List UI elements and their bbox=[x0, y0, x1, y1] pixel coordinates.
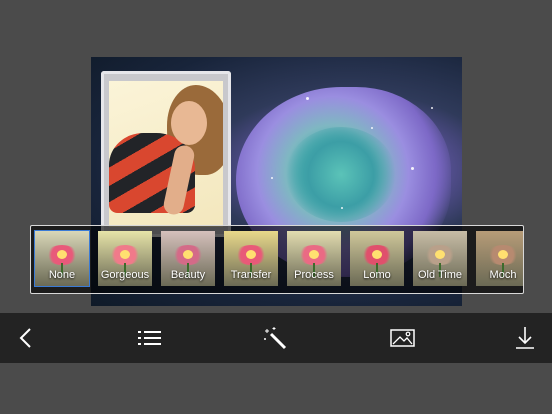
filter-label: Moch bbox=[489, 269, 517, 281]
image-button[interactable] bbox=[389, 325, 417, 351]
filter-item-moch[interactable]: Moch bbox=[476, 231, 523, 286]
sparkle bbox=[271, 177, 273, 179]
filter-label: Lomo bbox=[363, 269, 391, 281]
filter-label: Process bbox=[294, 269, 334, 281]
flower-center bbox=[246, 250, 256, 259]
filter-item-none[interactable]: None bbox=[34, 230, 90, 287]
download-icon bbox=[516, 327, 534, 349]
filter-label: Transfer bbox=[230, 269, 272, 281]
flower-center bbox=[498, 250, 508, 259]
sparkle bbox=[431, 107, 433, 109]
portrait-photo bbox=[109, 81, 223, 227]
download-button[interactable] bbox=[512, 325, 540, 351]
back-button[interactable] bbox=[14, 325, 42, 351]
menu-list-button[interactable] bbox=[136, 325, 164, 351]
sparkle bbox=[411, 167, 414, 170]
filter-strip[interactable]: None Gorgeous Beauty Transfer Process Lomo Old… bbox=[30, 225, 524, 294]
bottom-spacer bbox=[0, 363, 552, 414]
sparkle bbox=[341, 207, 343, 209]
filter-item-lomo[interactable]: Lomo bbox=[350, 231, 404, 286]
filter-label: Old Time bbox=[417, 269, 462, 281]
filter-item-process[interactable]: Process bbox=[287, 231, 341, 286]
sparkle bbox=[306, 97, 309, 100]
filter-label: Gorgeous bbox=[100, 269, 150, 281]
list-icon bbox=[138, 331, 161, 345]
filter-item-old-time[interactable]: Old Time bbox=[413, 231, 467, 286]
filter-label: None bbox=[48, 269, 76, 281]
filter-item-beauty[interactable]: Beauty bbox=[161, 231, 215, 286]
flower-center bbox=[372, 250, 382, 259]
sparkle bbox=[371, 127, 373, 129]
flower-center bbox=[183, 250, 193, 259]
photo-editor-screen: None Gorgeous Beauty Transfer Process Lomo Old… bbox=[0, 0, 552, 414]
chevron-left-icon bbox=[19, 328, 31, 348]
portrait-face bbox=[171, 101, 207, 145]
filter-item-gorgeous[interactable]: Gorgeous bbox=[98, 231, 152, 286]
magic-wand-icon bbox=[264, 327, 287, 350]
filter-item-transfer[interactable]: Transfer bbox=[224, 231, 278, 286]
filter-label: Beauty bbox=[170, 269, 206, 281]
flower-center bbox=[435, 250, 445, 259]
photo-frame bbox=[101, 71, 231, 237]
magic-wand-button[interactable] bbox=[262, 325, 290, 351]
flower-center bbox=[309, 250, 319, 259]
image-icon bbox=[390, 329, 415, 347]
filter-list: None Gorgeous Beauty Transfer Process Lomo Old… bbox=[34, 230, 523, 287]
flower-center bbox=[120, 250, 130, 259]
bottom-toolbar bbox=[0, 313, 552, 363]
flower-center bbox=[57, 250, 67, 259]
